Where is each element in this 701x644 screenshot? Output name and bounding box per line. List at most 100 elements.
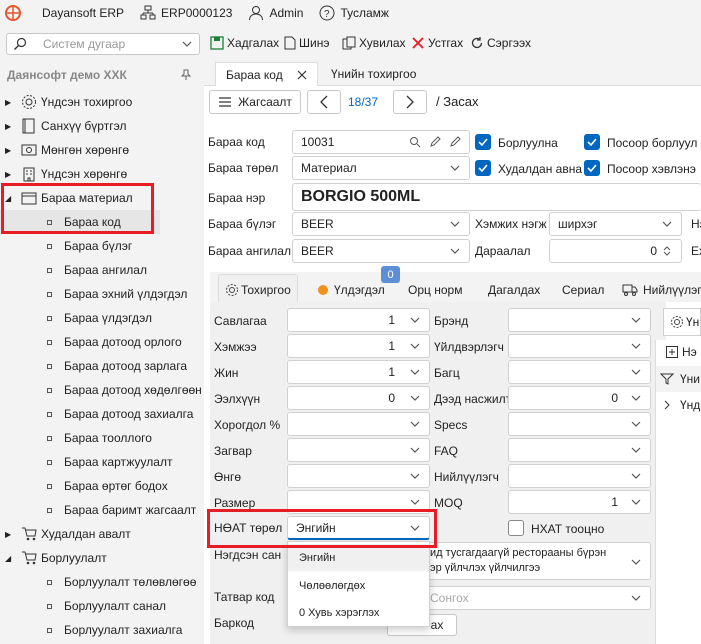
top-bar: Dayansoft ERP ERP0000123 Admin ? Тусламж xyxy=(0,0,701,26)
filter-row[interactable]: Үни xyxy=(656,366,701,392)
sidebar-subitem[interactable]: Бараа дотоод орлого xyxy=(0,330,182,354)
right-gear-tab[interactable]: Үн xyxy=(663,308,701,336)
prop-field[interactable]: 1 xyxy=(287,308,430,332)
tab-item-code[interactable]: Бараа код xyxy=(215,62,318,86)
tab-settings[interactable]: Тохиргоо xyxy=(218,274,298,304)
expand-arrow-icon[interactable]: ▶ xyxy=(5,170,15,179)
tab-supplier[interactable]: Нийлүүлэгч xyxy=(622,276,701,304)
prop-field[interactable] xyxy=(287,464,430,488)
group-select[interactable]: BEER xyxy=(292,212,470,236)
app-logo[interactable]: Dayansoft ERP xyxy=(5,5,124,21)
user-menu[interactable]: Admin xyxy=(248,5,303,21)
code-field[interactable]: 10031 xyxy=(292,130,470,154)
close-icon[interactable] xyxy=(297,70,307,80)
cut-label-2: Ех xyxy=(691,244,701,258)
sidebar-subitem[interactable]: Бараа үлдэгдэл xyxy=(0,306,152,330)
tab-norm[interactable]: Орц норм xyxy=(408,276,462,304)
prop-field[interactable] xyxy=(508,308,651,332)
prop-field[interactable]: 0 xyxy=(287,386,430,410)
stepper-icon[interactable] xyxy=(661,245,673,257)
tab-extra[interactable]: Дагалдах xyxy=(488,276,540,304)
pos-print-checkbox[interactable] xyxy=(584,160,600,176)
dropdown-option[interactable]: 0 Хувь хэрэглэх xyxy=(288,599,429,626)
sidebar-subitem[interactable]: Бараа дотоод захиалга xyxy=(0,402,193,426)
refresh-button[interactable]: Сэргээх xyxy=(470,36,531,50)
gear-icon xyxy=(226,283,238,296)
prop-field[interactable] xyxy=(508,464,651,488)
search-icon[interactable] xyxy=(409,136,421,148)
prop-field[interactable] xyxy=(508,412,651,436)
chevron-down-icon xyxy=(410,369,420,375)
tab-price-settings[interactable]: Үнийн тохиргоо xyxy=(321,62,426,86)
prop-label: Брэнд xyxy=(434,314,469,328)
edit-icon[interactable] xyxy=(449,136,461,148)
pos-sold-checkbox[interactable] xyxy=(584,134,600,150)
type-select[interactable]: Материал xyxy=(292,156,470,180)
erp-number[interactable]: ERP0000123 xyxy=(140,5,232,21)
sidebar-subitem[interactable]: Бараа эхний үлдэгдэл xyxy=(0,282,187,306)
sidebar-item-purchase[interactable]: ▶ Худалдан авалт xyxy=(0,522,131,546)
order-field[interactable]: 0 xyxy=(549,239,682,263)
tree-row-right[interactable]: Үнд xyxy=(664,398,700,412)
nhat-checkbox[interactable] xyxy=(508,520,524,536)
order-label: Дараалал xyxy=(475,244,531,258)
save-button[interactable]: Хадгалах xyxy=(210,36,279,50)
sidebar-item[interactable]: ▶ Мөнгөн хөрөнгө xyxy=(0,138,129,162)
bought-checkbox[interactable] xyxy=(475,160,491,176)
name-field[interactable]: BORGIO 500ML xyxy=(292,183,701,211)
sidebar-subitem[interactable]: Бараа тооллого xyxy=(0,426,152,450)
class-select[interactable]: BEER xyxy=(292,239,470,263)
unit-select[interactable]: ширхэг xyxy=(549,212,682,236)
new-button[interactable]: Шинэ xyxy=(284,36,329,50)
sidebar-subitem[interactable]: Борлуулалт санал xyxy=(0,594,166,618)
sold-checkbox[interactable] xyxy=(475,134,491,150)
sidebar-subitem[interactable]: Бараа дотоод хөдөлгөөн xyxy=(0,378,202,402)
bullet-icon xyxy=(47,627,52,633)
chevron-down-icon xyxy=(182,41,192,47)
expand-arrow-icon[interactable]: ▶ xyxy=(5,98,15,107)
right-cut-panel: Нэ Үни Үнд xyxy=(655,340,701,644)
expand-arrow-icon[interactable]: ▶ xyxy=(5,530,15,539)
collapse-arrow-icon[interactable]: ◢ xyxy=(5,554,15,563)
bullet-icon xyxy=(47,411,52,417)
dropdown-option[interactable]: Чөлөөлөгдөх xyxy=(288,572,429,599)
prop-field[interactable] xyxy=(508,334,651,358)
expand-arrow-icon[interactable]: ▶ xyxy=(5,146,15,155)
prop-label: Нийлүүлэгч xyxy=(434,470,499,484)
tab-balance[interactable]: Үлдэгдэл xyxy=(318,276,385,304)
prop-field[interactable]: 1 xyxy=(508,490,651,514)
tab-serial[interactable]: Сериал xyxy=(562,276,604,304)
sidebar-subitem[interactable]: Бараа өртөг бодох xyxy=(0,474,168,498)
previous-button[interactable] xyxy=(307,90,341,114)
prop-field[interactable] xyxy=(508,360,651,384)
delete-button[interactable]: Устгах xyxy=(411,36,463,50)
add-button[interactable]: Нэ xyxy=(666,345,697,359)
copy-button[interactable]: Хувилах xyxy=(342,36,406,50)
sidebar-item[interactable]: ▶ Санхүү бүртгэл xyxy=(0,114,126,138)
prop-field[interactable] xyxy=(287,412,430,436)
unit-sale-label: Нэгдсэн сан xyxy=(214,548,282,562)
edit-icon[interactable] xyxy=(429,136,441,148)
sidebar-subitem[interactable]: Бараа баримт жагсаалт xyxy=(0,498,196,522)
sidebar-item[interactable]: ▶ Үндсэн тохиргоо xyxy=(0,90,132,114)
sidebar-subitem[interactable]: Бараа бүлэг xyxy=(0,234,132,258)
list-button[interactable]: Жагсаалт xyxy=(209,90,301,114)
next-button[interactable] xyxy=(393,90,427,114)
sidebar-subitem[interactable]: Бараа картжуулалт xyxy=(0,450,172,474)
sidebar-subitem[interactable]: Бараа ангилал xyxy=(0,258,147,282)
expand-arrow-icon[interactable]: ▶ xyxy=(5,122,15,131)
help-menu[interactable]: ? Тусламж xyxy=(319,5,389,21)
prop-field[interactable]: 1 xyxy=(287,334,430,358)
system-number-search[interactable]: Систем дугаар xyxy=(6,33,200,55)
prop-field[interactable] xyxy=(287,438,430,462)
sidebar-subitem[interactable]: Борлуулалт төлөвлөгөө xyxy=(0,570,196,594)
prop-field[interactable] xyxy=(508,438,651,462)
dropdown-option[interactable]: Энгийн xyxy=(288,544,429,571)
chevron-down-icon xyxy=(450,221,460,227)
sidebar-subitem[interactable]: Бараа дотоод зарлага xyxy=(0,354,187,378)
prop-field[interactable]: 0 xyxy=(508,386,651,410)
sidebar-subitem[interactable]: Борлуулалт захиалга xyxy=(0,618,182,642)
sidebar-item-sales[interactable]: ◢ Борлуулалт xyxy=(0,546,107,570)
prop-field[interactable]: 1 xyxy=(287,360,430,384)
pin-icon[interactable] xyxy=(180,69,192,81)
